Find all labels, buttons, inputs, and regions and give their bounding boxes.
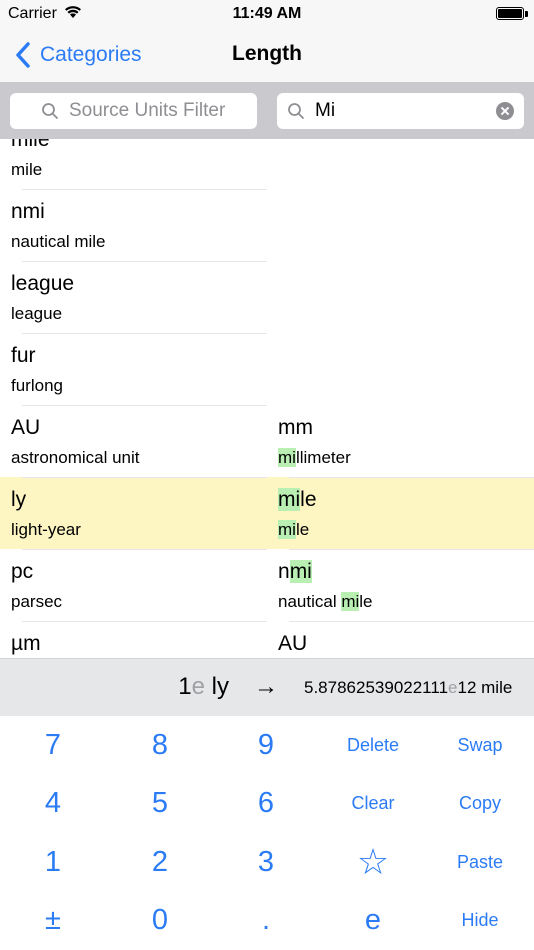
source-unit-row[interactable]: pc parsec <box>0 550 267 622</box>
name-text: le <box>295 520 310 539</box>
input-mantissa: 1 <box>178 673 192 700</box>
input-exponent: e <box>191 673 205 700</box>
key-0[interactable]: 0 <box>107 891 213 949</box>
source-unit-row[interactable]: fur furlong <box>0 334 267 406</box>
symbol-text: le <box>300 488 317 511</box>
key-9[interactable]: 9 <box>213 716 319 774</box>
unit-symbol: µm <box>11 632 41 655</box>
conversion-bar: 1e ly → 5.87862539022111e12 mile <box>0 658 534 716</box>
source-filter-input[interactable] <box>69 100 239 122</box>
key-7[interactable]: 7 <box>0 716 106 774</box>
hide-button[interactable]: Hide <box>427 891 533 949</box>
unit-symbol: league <box>11 272 75 295</box>
unit-name: mile <box>278 520 309 540</box>
clear-button[interactable]: Clear <box>320 774 426 832</box>
unit-symbol: AU <box>278 632 307 656</box>
match-highlight: mi <box>289 560 312 583</box>
key-2[interactable]: 2 <box>107 833 213 891</box>
match-highlight: mi <box>278 448 296 467</box>
source-unit-row[interactable]: AU astronomical unit <box>0 406 267 478</box>
key-plus-minus[interactable]: ± <box>0 891 106 949</box>
source-unit-row[interactable]: mile mile <box>0 139 267 190</box>
result-mantissa: 5.87862539022111 <box>304 678 449 697</box>
match-highlight: mi <box>278 488 301 511</box>
filter-bar <box>0 83 534 139</box>
match-highlight: mi <box>278 520 296 539</box>
clear-search-icon[interactable] <box>496 102 514 120</box>
key-8[interactable]: 8 <box>107 716 213 774</box>
arrow-right-icon: → <box>254 673 278 700</box>
target-unit-row[interactable]: AU <box>267 622 534 659</box>
unit-symbol: fur <box>11 344 36 367</box>
key-1[interactable]: 1 <box>0 833 106 891</box>
symbol-text: mm <box>278 416 313 439</box>
key-5[interactable]: 5 <box>107 774 213 832</box>
result-exponent: e <box>448 678 458 697</box>
name-text: nautical <box>278 592 342 611</box>
search-icon <box>288 103 304 119</box>
keypad: 7 8 9 Delete Swap 4 5 6 Clear Copy 1 2 3… <box>0 716 534 950</box>
clock: 11:49 AM <box>232 5 302 22</box>
copy-button[interactable]: Copy <box>427 774 533 832</box>
key-decimal[interactable]: . <box>213 891 319 949</box>
unit-name: nautical mile <box>278 592 373 612</box>
unit-symbol: AU <box>11 416 41 439</box>
source-filter-field[interactable] <box>10 93 257 129</box>
unit-symbol: ly <box>11 488 27 511</box>
source-unit-row[interactable]: league league <box>0 262 267 334</box>
symbol-text: n <box>278 560 290 583</box>
battery-icon <box>496 7 524 20</box>
unit-symbol: mm <box>278 416 313 440</box>
unit-name: light-year <box>11 520 81 539</box>
key-4[interactable]: 4 <box>0 774 106 832</box>
key-exponent[interactable]: e <box>320 891 426 949</box>
unit-name: nautical mile <box>11 232 106 251</box>
result-tail: 12 mile <box>457 678 513 697</box>
input-value[interactable]: 1e ly <box>178 673 229 701</box>
unit-name: parsec <box>11 592 63 611</box>
unit-symbol: mile <box>278 488 317 512</box>
target-filter-field[interactable] <box>277 93 524 129</box>
unit-symbol: nmi <box>11 200 45 223</box>
delete-button[interactable]: Delete <box>320 716 426 774</box>
source-unit-row[interactable]: µm <box>0 622 267 659</box>
name-text: le <box>359 592 373 611</box>
source-unit-row[interactable]: ly light-year <box>0 478 267 550</box>
unit-name: astronomical unit <box>11 448 140 467</box>
symbol-text: AU <box>278 632 308 655</box>
target-unit-row[interactable]: mile mile <box>267 478 534 550</box>
unit-symbol: pc <box>11 560 34 583</box>
paste-button[interactable]: Paste <box>427 833 533 891</box>
swap-button[interactable]: Swap <box>427 716 533 774</box>
star-icon[interactable]: ☆ <box>320 833 426 891</box>
target-unit-row[interactable]: mm millimeter <box>267 406 534 478</box>
unit-symbol: mile <box>11 139 50 151</box>
unit-name: mile <box>11 160 43 179</box>
source-unit-row[interactable]: nmi nautical mile <box>0 190 267 262</box>
navigation-bar: Categories Length <box>0 28 534 83</box>
unit-lists: mile mile nmi nautical mile league league fur f… <box>0 139 534 659</box>
key-6[interactable]: 6 <box>213 774 319 832</box>
name-text: llimeter <box>295 448 351 467</box>
target-filter-input[interactable] <box>315 100 485 122</box>
input-unit: ly <box>205 673 229 700</box>
target-unit-row[interactable]: nmi nautical mile <box>267 550 534 622</box>
result-value[interactable]: 5.87862539022111e12 mile <box>304 678 512 698</box>
search-icon <box>42 103 58 119</box>
match-highlight: mi <box>341 592 360 611</box>
key-3[interactable]: 3 <box>213 833 319 891</box>
battery-tip <box>525 11 528 17</box>
unit-symbol: nmi <box>278 560 312 584</box>
unit-name: furlong <box>11 376 63 395</box>
unit-name: league <box>11 304 63 323</box>
status-bar: Carrier 11:49 AM <box>0 0 534 28</box>
unit-name: millimeter <box>278 448 351 468</box>
page-title: Length <box>232 42 302 65</box>
